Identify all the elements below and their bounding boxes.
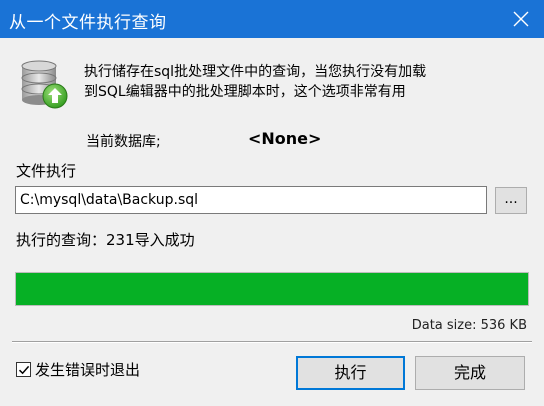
execution-status: 执行的查询：231导入成功 xyxy=(16,231,195,249)
done-button[interactable]: 完成 xyxy=(415,356,525,390)
checkmark-icon xyxy=(18,365,29,374)
exit-on-error-checkbox[interactable]: 发生错误时退出 xyxy=(16,359,140,380)
close-icon xyxy=(513,11,529,27)
current-database-value: <None> xyxy=(248,129,322,148)
checkbox-box[interactable] xyxy=(16,362,31,377)
title-bar: 从一个文件执行查询 xyxy=(0,0,544,38)
description-line-1: 执行储存在sql批处理文件中的查询，当您执行没有加载 xyxy=(84,64,427,80)
divider xyxy=(12,341,532,343)
file-label: 文件执行 xyxy=(16,162,77,180)
file-path-input[interactable]: C:\mysql\data\Backup.sql xyxy=(15,186,487,214)
window-title: 从一个文件执行查询 xyxy=(9,13,167,33)
description: 执行储存在sql批处理文件中的查询，当您执行没有加载 到SQL编辑器中的批处理脚… xyxy=(84,62,534,102)
description-line-2: 到SQL编辑器中的批处理脚本时，这个选项非常有用 xyxy=(84,84,406,100)
progress-fill xyxy=(16,273,528,305)
progress-bar xyxy=(15,272,529,306)
close-button[interactable] xyxy=(498,0,544,38)
current-database-label: 当前数据库; xyxy=(86,134,161,150)
data-size-label: Data size: 536 KB xyxy=(411,318,527,333)
execute-button[interactable]: 执行 xyxy=(296,356,405,390)
exit-on-error-label: 发生错误时退出 xyxy=(35,361,141,379)
database-import-icon xyxy=(21,60,68,109)
browse-button[interactable]: ... xyxy=(495,187,527,214)
